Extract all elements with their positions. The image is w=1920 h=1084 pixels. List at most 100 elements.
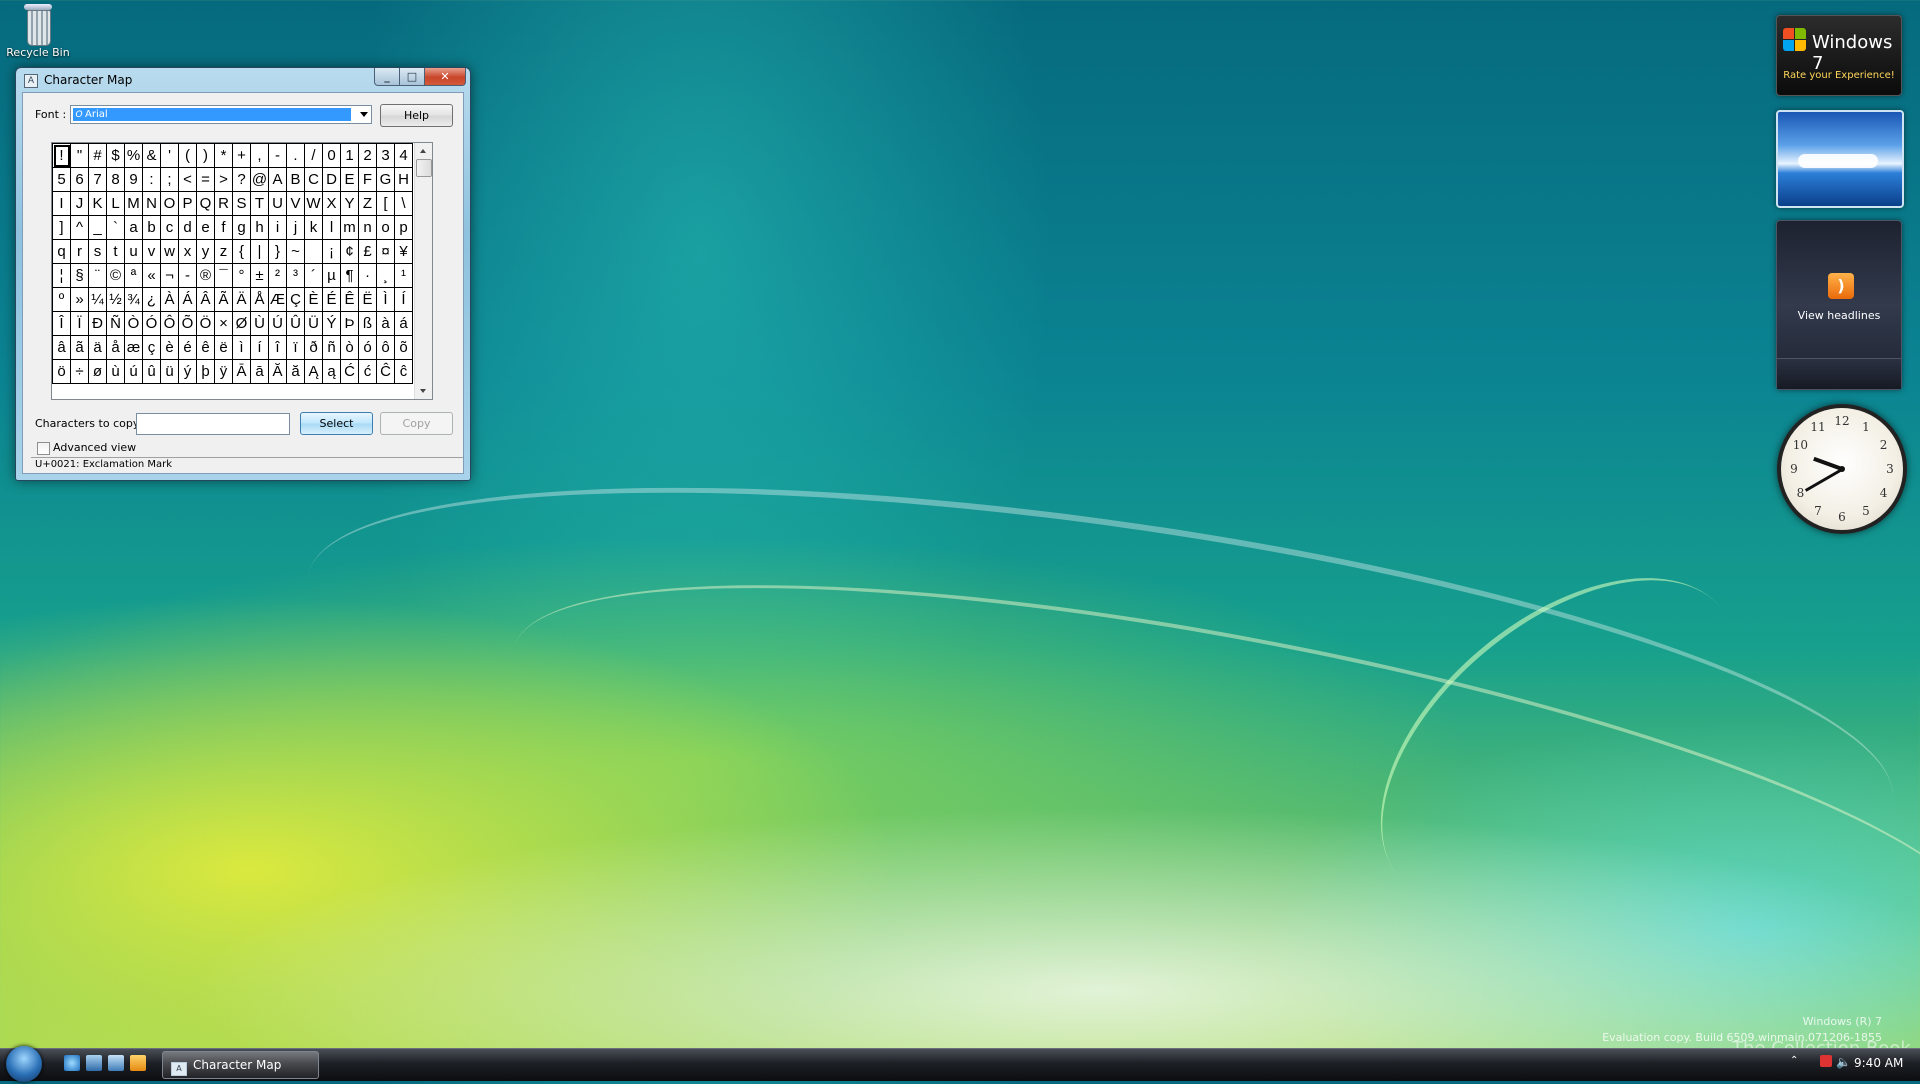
character-cell[interactable]: . [286,143,305,168]
character-cell[interactable]: â [52,335,71,360]
character-cell[interactable]: T [250,191,269,216]
switch-windows-icon[interactable] [108,1055,124,1071]
character-cell[interactable]: ă [286,359,305,384]
character-cell[interactable]: Á [178,287,197,312]
character-cell[interactable]: 6 [70,167,89,192]
character-cell[interactable]: C [304,167,323,192]
character-cell[interactable]: | [250,239,269,264]
character-cell[interactable]: W [304,191,323,216]
taskbar-character-map-button[interactable]: A Character Map [162,1051,319,1079]
character-cell[interactable]: Ø [232,311,251,336]
character-cell[interactable]: / [304,143,323,168]
character-cell[interactable]: 2 [358,143,377,168]
slideshow-gadget[interactable] [1776,110,1904,208]
character-cell[interactable]: ą [322,359,341,384]
character-cell[interactable]: ' [160,143,179,168]
network-warning-icon[interactable] [1820,1055,1832,1067]
character-cell[interactable] [304,239,323,264]
character-cell[interactable]: y [196,239,215,264]
character-cell[interactable]: [ [376,191,395,216]
start-button[interactable] [6,1046,42,1082]
character-cell[interactable]: À [160,287,179,312]
character-cell[interactable]: ¦ [52,263,71,288]
character-cell[interactable]: } [268,239,287,264]
character-cell[interactable]: É [322,287,341,312]
character-cell[interactable]: þ [196,359,215,384]
character-cell[interactable]: j [286,215,305,240]
character-cell[interactable]: ^ [70,215,89,240]
title-bar[interactable]: A Character Map _ □ ✕ [16,68,470,92]
character-cell[interactable]: w [160,239,179,264]
character-cell[interactable]: Ë [358,287,377,312]
character-cell[interactable]: ( [178,143,197,168]
character-cell[interactable]: m [340,215,359,240]
media-player-icon[interactable] [130,1055,146,1071]
character-cell[interactable]: M [124,191,143,216]
character-cell[interactable]: Y [340,191,359,216]
character-cell[interactable]: Q [196,191,215,216]
character-cell[interactable]: Í [394,287,413,312]
character-cell[interactable]: ê [196,335,215,360]
character-cell[interactable]: ² [268,263,287,288]
character-cell[interactable]: æ [124,335,143,360]
character-cell[interactable]: Ù [250,311,269,336]
character-cell[interactable]: : [142,167,161,192]
character-cell[interactable]: ½ [106,287,125,312]
character-cell[interactable]: Û [286,311,305,336]
character-cell[interactable]: û [142,359,161,384]
character-cell[interactable]: ÿ [214,359,233,384]
character-cell[interactable]: Î [52,311,71,336]
internet-explorer-icon[interactable] [64,1055,80,1071]
character-cell[interactable]: ´ [304,263,323,288]
character-cell[interactable]: ĉ [394,359,413,384]
character-cell[interactable]: Ć [340,359,359,384]
character-cell[interactable]: t [106,239,125,264]
character-cell[interactable]: % [124,143,143,168]
character-cell[interactable]: 1 [340,143,359,168]
character-cell[interactable]: Ç [286,287,305,312]
character-cell[interactable]: 9 [124,167,143,192]
windows7-gadget[interactable]: Windows 7 Rate your Experience! [1776,15,1902,96]
character-cell[interactable]: ë [214,335,233,360]
character-cell[interactable]: & [142,143,161,168]
character-cell[interactable]: Ê [340,287,359,312]
character-cell[interactable]: d [178,215,197,240]
character-cell[interactable]: u [124,239,143,264]
character-cell[interactable]: V [286,191,305,216]
character-cell[interactable]: D [322,167,341,192]
character-cell[interactable]: á [394,311,413,336]
character-cell[interactable]: + [232,143,251,168]
character-cell[interactable]: © [106,263,125,288]
advanced-view-checkbox[interactable] [37,442,50,455]
character-cell[interactable]: P [178,191,197,216]
character-cell[interactable]: ` [106,215,125,240]
character-cell[interactable]: ¢ [340,239,359,264]
character-cell[interactable]: ā [250,359,269,384]
recycle-bin[interactable]: Recycle Bin [6,2,70,59]
character-cell[interactable]: l [322,215,341,240]
character-cell[interactable]: ì [232,335,251,360]
character-cell[interactable]: n [358,215,377,240]
character-cell[interactable]: N [142,191,161,216]
character-cell[interactable]: È [304,287,323,312]
character-cell[interactable]: ô [376,335,395,360]
tray-expand-icon[interactable]: ⌃ [1790,1055,1798,1066]
character-cell[interactable]: 7 [88,167,107,192]
character-cell[interactable]: Õ [178,311,197,336]
character-cell[interactable]: X [322,191,341,216]
character-cell[interactable]: < [178,167,197,192]
view-headlines-label[interactable]: View headlines [1777,309,1901,322]
character-cell[interactable]: å [106,335,125,360]
character-cell[interactable]: H [394,167,413,192]
volume-icon[interactable]: 🔈 [1836,1055,1851,1069]
character-cell[interactable]: Ò [124,311,143,336]
character-cell[interactable]: ÷ [70,359,89,384]
character-cell[interactable]: Æ [268,287,287,312]
character-cell[interactable]: " [70,143,89,168]
character-cell[interactable]: _ [88,215,107,240]
show-desktop-icon[interactable] [86,1055,102,1071]
character-cell[interactable]: ³ [286,263,305,288]
character-cell[interactable]: 3 [376,143,395,168]
character-cell[interactable]: o [376,215,395,240]
character-cell[interactable]: × [214,311,233,336]
